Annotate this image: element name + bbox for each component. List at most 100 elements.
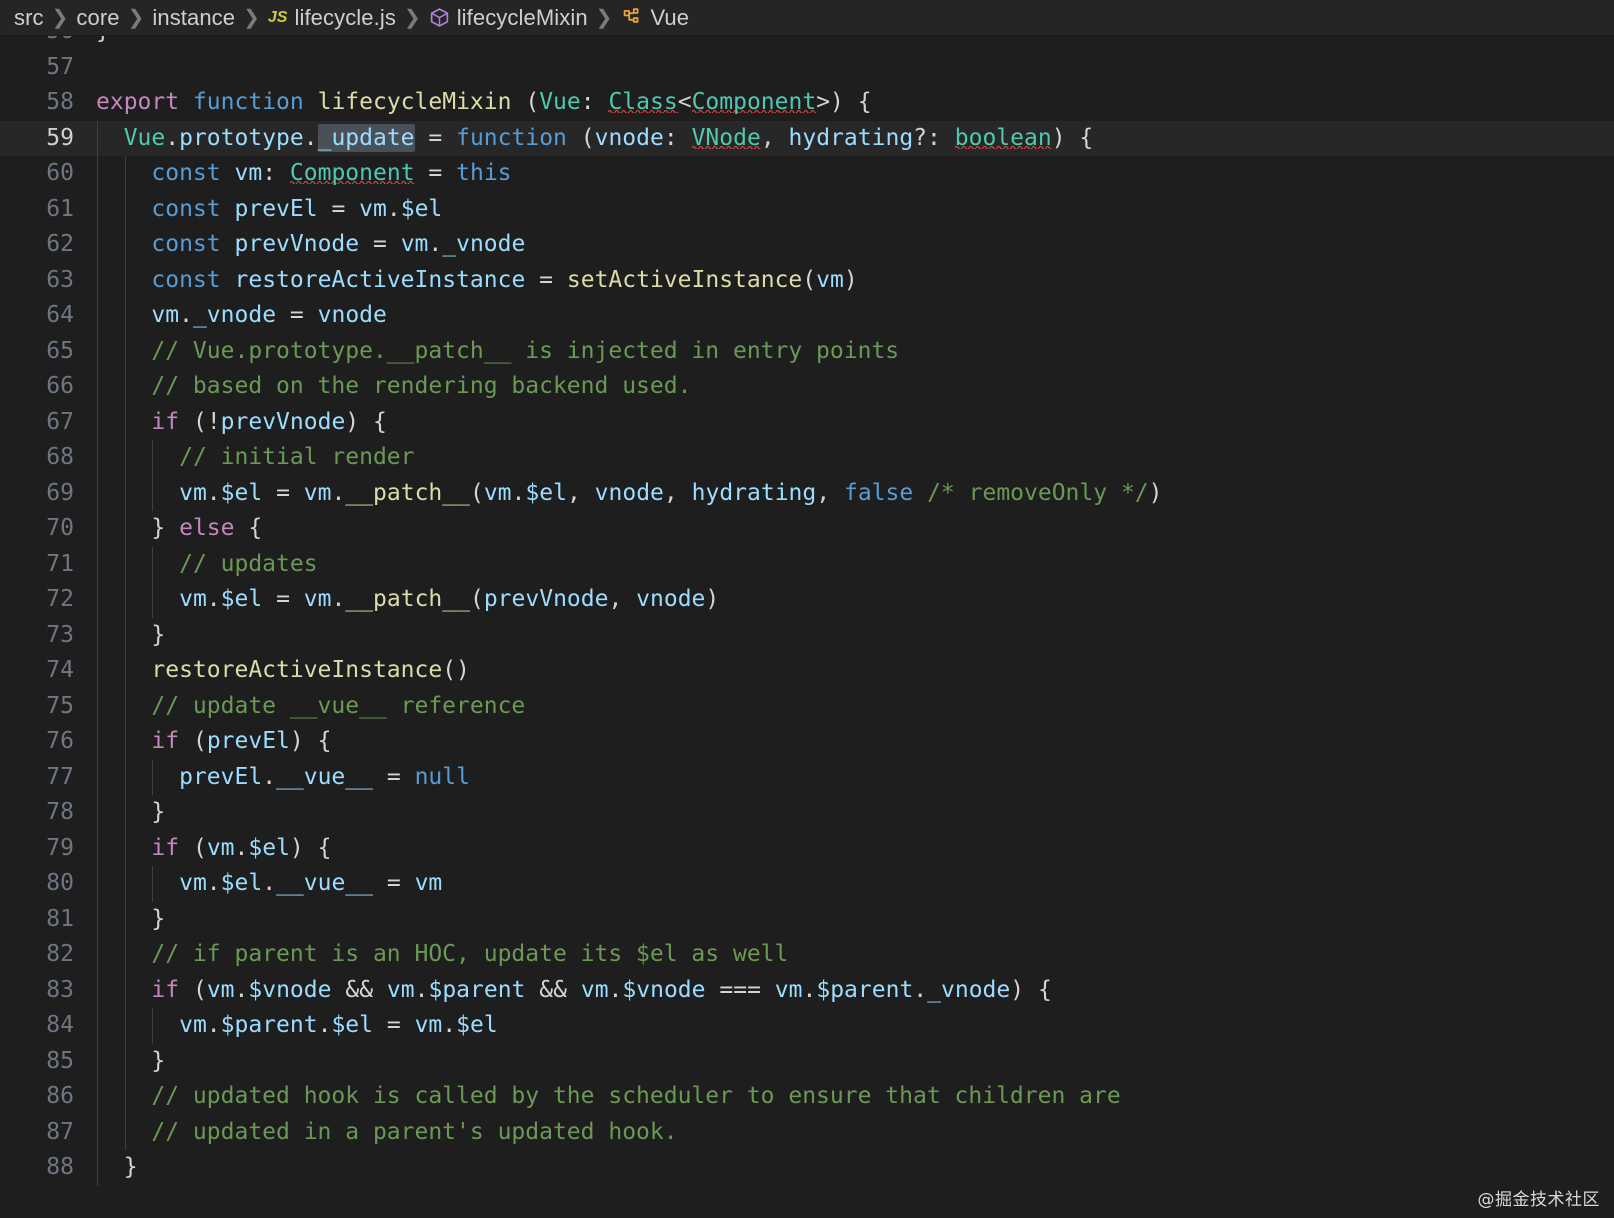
code-text: } xyxy=(96,36,110,50)
code-line[interactable]: 83 if (vm.$vnode && vm.$parent && vm.$vn… xyxy=(0,972,1614,1008)
watermark: @掘金技术社区 xyxy=(1477,1190,1600,1210)
code-text: if (vm.$el) { xyxy=(151,834,332,861)
breadcrumb-item-vue[interactable]: Vue xyxy=(620,5,689,31)
code-line[interactable]: 74 restoreActiveInstance() xyxy=(0,653,1614,689)
breadcrumb-label: lifecycleMixin xyxy=(456,4,588,30)
code-line[interactable]: 86 // updated hook is called by the sche… xyxy=(0,1079,1614,1115)
js-file-icon: JS xyxy=(267,8,288,26)
code-line[interactable]: 56} xyxy=(0,36,1614,50)
line-number: 71 xyxy=(46,550,74,577)
breadcrumb-item-lifecycle-mixin[interactable]: lifecycleMixin xyxy=(429,5,588,31)
code-line[interactable]: 58 export function lifecycleMixin (Vue: C… xyxy=(0,85,1614,121)
code-line[interactable]: 70 } else { xyxy=(0,511,1614,547)
code-line[interactable]: 77 prevEl.__vue__ = null xyxy=(0,759,1614,795)
code-line[interactable]: 59 Vue.prototype._update = function (vno… xyxy=(0,120,1614,156)
code-line[interactable]: 57 xyxy=(0,50,1614,86)
line-number: 79 xyxy=(46,834,74,861)
line-number: 67 xyxy=(46,408,74,435)
line-number: 86 xyxy=(46,1083,74,1109)
line-number: 88 xyxy=(46,1154,74,1180)
chevron-right-icon: ❯ xyxy=(243,7,260,29)
chevron-right-icon: ❯ xyxy=(595,7,613,29)
chevron-right-icon: ❯ xyxy=(127,7,145,29)
line-number: 60 xyxy=(46,160,74,186)
code-line[interactable]: 72 vm.$el = vm.__patch__(prevVnode, vnod… xyxy=(0,582,1614,618)
code-text: const prevEl = vm.$el xyxy=(151,195,443,222)
line-number: 87 xyxy=(46,1118,74,1145)
code-line[interactable]: 81 } xyxy=(0,901,1614,937)
chevron-right-icon: ❯ xyxy=(51,7,69,29)
breadcrumb-item-instance[interactable]: instance xyxy=(152,5,235,31)
code-text: const vm: Component = this xyxy=(151,160,512,186)
code-line[interactable]: 75 // update __vue__ reference xyxy=(0,688,1614,724)
breadcrumb-item-lifecycle-js[interactable]: JS lifecycle.js xyxy=(268,5,396,31)
line-number: 64 xyxy=(46,302,74,328)
code-text: Vue.prototype._update = function (vnode:… xyxy=(123,123,1094,152)
code-line[interactable]: 84 vm.$parent.$el = vm.$el xyxy=(0,1008,1614,1044)
code-line[interactable]: 71 // updates xyxy=(0,546,1614,582)
code-text: } else { xyxy=(151,515,263,541)
breadcrumb-label: core xyxy=(76,4,120,30)
chevron-right-icon: ❯ xyxy=(403,7,421,29)
breadcrumb-item-src[interactable]: src xyxy=(14,5,44,31)
breadcrumb-label: Vue xyxy=(650,4,690,30)
code-text: // updates xyxy=(179,550,318,577)
code-line[interactable]: 68 // initial render xyxy=(0,440,1614,476)
line-number: 75 xyxy=(46,692,74,719)
line-number: 56 xyxy=(0,36,74,50)
line-number: 77 xyxy=(46,763,74,790)
code-text: prevEl.__vue__ = null xyxy=(179,763,470,790)
code-line[interactable]: 63 const restoreActiveInstance = setActi… xyxy=(0,262,1614,298)
code-text: export function lifecycleMixin (Vue: Cla… xyxy=(96,89,872,115)
code-line[interactable]: 64 vm._vnode = vnode xyxy=(0,298,1614,334)
code-editor[interactable]: 56} 57 58 export function lifecycleMixin (V… xyxy=(0,36,1614,1218)
symbol-variable-icon xyxy=(620,6,643,29)
code-line[interactable]: 82 // if parent is an HOC, update its $e… xyxy=(0,937,1614,973)
code-line[interactable]: 85 } xyxy=(0,1043,1614,1079)
line-number: 76 xyxy=(46,728,74,754)
code-text: if (prevEl) { xyxy=(151,728,332,754)
line-number: 73 xyxy=(46,621,74,648)
breadcrumb-item-core[interactable]: core xyxy=(76,5,119,31)
code-line[interactable]: 69 vm.$el = vm.__patch__(vm.$el, vnode, … xyxy=(0,475,1614,511)
line-number: 81 xyxy=(46,905,74,932)
code-lines[interactable]: 56} 57 58 export function lifecycleMixin (V… xyxy=(0,36,1614,1186)
code-line[interactable]: 76 if (prevEl) { xyxy=(0,724,1614,760)
symbol-method-icon xyxy=(429,7,450,28)
line-number: 85 xyxy=(46,1047,74,1074)
code-line[interactable]: 78 } xyxy=(0,795,1614,831)
line-number: 74 xyxy=(46,657,74,683)
code-text: vm.$el = vm.__patch__(prevVnode, vnode) xyxy=(179,586,720,612)
code-text: const restoreActiveInstance = setActiveI… xyxy=(151,266,858,293)
line-number: 82 xyxy=(46,941,74,967)
line-number: 78 xyxy=(46,799,74,825)
code-text: vm._vnode = vnode xyxy=(151,302,387,328)
vscode-window: src ❯ core ❯ instance ❯ JS lifecycle.js … xyxy=(0,0,1614,1218)
line-number: 62 xyxy=(46,231,74,257)
breadcrumb-label: lifecycle.js xyxy=(294,4,396,30)
breadcrumb: src ❯ core ❯ instance ❯ JS lifecycle.js … xyxy=(0,0,1614,36)
line-number: 83 xyxy=(46,976,74,1003)
line-number: 70 xyxy=(46,515,74,541)
code-line[interactable]: 88 } xyxy=(0,1150,1614,1186)
code-line[interactable]: 61 const prevEl = vm.$el xyxy=(0,191,1614,227)
line-number: 59 xyxy=(46,124,74,151)
code-line[interactable]: 66 // based on the rendering backend use… xyxy=(0,369,1614,405)
code-line[interactable]: 65 // Vue.prototype.__patch__ is injecte… xyxy=(0,333,1614,369)
code-line[interactable]: 67 if (!prevVnode) { xyxy=(0,404,1614,440)
line-number: 63 xyxy=(46,266,74,293)
code-line[interactable]: 73 } xyxy=(0,617,1614,653)
line-number: 84 xyxy=(46,1012,74,1038)
code-line[interactable]: 79 if (vm.$el) { xyxy=(0,830,1614,866)
code-text: if (vm.$vnode && vm.$parent && vm.$vnode… xyxy=(151,976,1052,1003)
code-line[interactable]: 60 const vm: Component = this xyxy=(0,156,1614,192)
code-line[interactable]: 87 // updated in a parent's updated hook… xyxy=(0,1114,1614,1150)
code-line[interactable]: 80 vm.$el.__vue__ = vm xyxy=(0,866,1614,902)
breadcrumb-label: instance xyxy=(152,4,236,30)
line-number: 69 xyxy=(46,479,74,506)
breadcrumb-label: src xyxy=(14,4,44,30)
line-number: 58 xyxy=(46,89,74,115)
line-number: 57 xyxy=(46,53,74,80)
code-line[interactable]: 62 const prevVnode = vm._vnode xyxy=(0,227,1614,263)
code-text: // if parent is an HOC, update its $el a… xyxy=(151,941,789,967)
